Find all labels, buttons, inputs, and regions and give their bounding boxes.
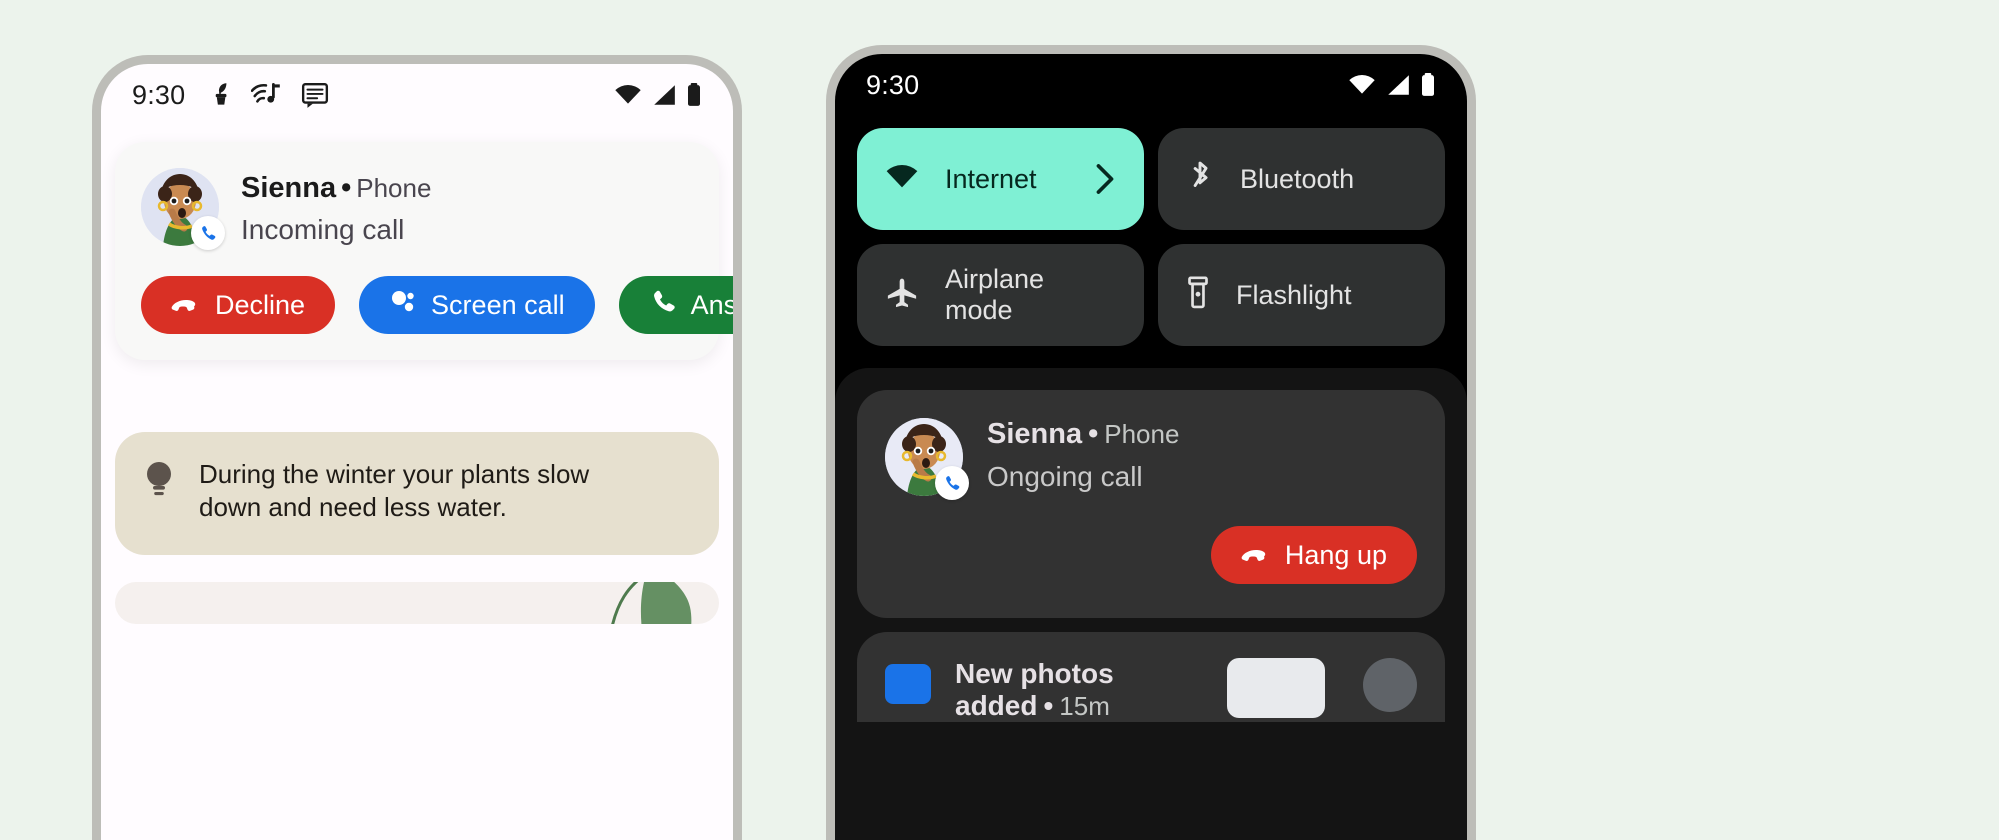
chevron-right-icon[interactable] bbox=[1094, 162, 1116, 196]
notification-header: Sienna • Phone Incoming call bbox=[141, 168, 693, 250]
screen-call-button-label: Screen call bbox=[431, 289, 565, 320]
plant-tip-text: During the winter your plants slow down … bbox=[199, 459, 590, 523]
status-bar-right-icons bbox=[614, 83, 702, 107]
hang-up-button[interactable]: Hang up bbox=[1210, 526, 1417, 584]
left-phone-content: During the winter your plants slow down … bbox=[101, 142, 733, 624]
app-name: Phone bbox=[1104, 419, 1180, 449]
notification-shade: Sienna • Phone Ongoing call Hang up New … bbox=[835, 368, 1467, 840]
music-wifi-icon bbox=[251, 81, 283, 109]
signal-icon bbox=[1385, 74, 1411, 96]
flashlight-icon bbox=[1186, 275, 1210, 315]
photo-thumbnail-circle bbox=[1363, 658, 1417, 712]
tile-flashlight-label: Flashlight bbox=[1236, 279, 1352, 310]
contact-name: Sienna bbox=[987, 418, 1083, 450]
tile-airplane-mode-label: Airplane mode bbox=[945, 264, 1045, 325]
quick-settings-panel: Internet Bluetooth Airplane mode Flashli… bbox=[835, 116, 1467, 346]
bluetooth-icon bbox=[1186, 160, 1214, 199]
answer-button-label: Answer bbox=[690, 289, 733, 320]
tile-flashlight[interactable]: Flashlight bbox=[1158, 244, 1445, 346]
notification-title: Sienna • Phone bbox=[241, 172, 431, 205]
right-phone-frame: 9:30 Internet Bluetooth Airplane mode Fl… bbox=[826, 45, 1476, 840]
status-bar-time: 9:30 bbox=[132, 79, 186, 110]
photo-thumbnail bbox=[1227, 658, 1325, 718]
ongoing-call-notification[interactable]: Sienna • Phone Ongoing call Hang up bbox=[857, 390, 1445, 618]
assistant-icon bbox=[389, 288, 417, 323]
hang-up-button-label: Hang up bbox=[1284, 539, 1387, 570]
photos-timestamp: 15m bbox=[1059, 691, 1110, 721]
status-bar-time: 9:30 bbox=[866, 69, 920, 100]
living-room-card: Living Room Water hoya australis bbox=[115, 582, 719, 624]
call-end-icon bbox=[171, 290, 201, 321]
airplane-icon bbox=[885, 277, 919, 314]
plant-illustration bbox=[611, 582, 692, 624]
notification-text: Sienna • Phone Incoming call bbox=[241, 168, 431, 246]
tile-bluetooth[interactable]: Bluetooth bbox=[1158, 128, 1445, 230]
wifi-icon bbox=[1348, 74, 1376, 96]
call-action-buttons: Decline Screen call Answ bbox=[141, 276, 733, 335]
avatar-wrapper bbox=[141, 168, 225, 250]
title-separator: • bbox=[341, 172, 352, 204]
phone-icon bbox=[191, 216, 225, 250]
call-end-icon bbox=[1241, 540, 1271, 571]
screen-call-button[interactable]: Screen call bbox=[359, 276, 595, 335]
message-icon bbox=[301, 81, 329, 109]
battery-icon bbox=[686, 83, 702, 107]
title-separator: • bbox=[1088, 418, 1099, 450]
right-phone-screen: 9:30 Internet Bluetooth Airplane mode Fl… bbox=[835, 54, 1467, 840]
contact-name: Sienna bbox=[241, 172, 337, 204]
wifi-icon bbox=[885, 164, 919, 195]
tile-airplane-mode[interactable]: Airplane mode bbox=[857, 244, 1144, 346]
title-separator: • bbox=[1043, 690, 1054, 721]
tile-internet[interactable]: Internet bbox=[857, 128, 1144, 230]
phone-icon bbox=[935, 466, 969, 500]
call-icon bbox=[649, 288, 677, 323]
call-action-buttons: Hang up bbox=[885, 526, 1417, 584]
avatar-wrapper bbox=[885, 418, 969, 500]
lightbulb-icon bbox=[141, 458, 177, 507]
status-bar-right-icons bbox=[1348, 73, 1436, 97]
call-status: Ongoing call bbox=[987, 461, 1143, 492]
left-phone-screen: 9:30 During the winter your plants slow … bbox=[101, 64, 733, 840]
answer-button[interactable]: Answer bbox=[618, 276, 733, 335]
photos-notification-title: New photos added • 15m bbox=[955, 658, 1203, 722]
status-bar-left-icons bbox=[207, 80, 329, 110]
right-status-bar: 9:30 bbox=[835, 54, 1467, 116]
notification-header: Sienna • Phone Ongoing call bbox=[885, 418, 1417, 500]
tile-internet-label: Internet bbox=[945, 163, 1037, 194]
notification-title: Sienna • Phone bbox=[987, 418, 1179, 451]
wifi-icon bbox=[614, 84, 642, 106]
left-status-bar: 9:30 bbox=[101, 64, 733, 126]
quick-settings-grid: Internet Bluetooth Airplane mode Flashli… bbox=[857, 128, 1445, 346]
decline-button[interactable]: Decline bbox=[141, 276, 336, 335]
signal-icon bbox=[651, 84, 677, 106]
call-status: Incoming call bbox=[241, 214, 405, 246]
decline-button-label: Decline bbox=[215, 289, 306, 320]
photos-app-icon bbox=[885, 664, 931, 704]
screenshot-stage: 9:30 During the winter your plants slow … bbox=[0, 0, 1999, 840]
tile-bluetooth-label: Bluetooth bbox=[1240, 163, 1355, 194]
plant-tip-card: During the winter your plants slow down … bbox=[115, 432, 719, 555]
left-phone-frame: 9:30 During the winter your plants slow … bbox=[92, 55, 742, 840]
incoming-call-notification[interactable]: Sienna • Phone Incoming call Decline Scr… bbox=[115, 142, 733, 361]
notification-text: Sienna • Phone Ongoing call bbox=[987, 418, 1179, 493]
battery-icon bbox=[1420, 73, 1436, 97]
app-name: Phone bbox=[356, 173, 432, 203]
photos-notification[interactable]: New photos added • 15m bbox=[857, 632, 1445, 722]
plant-icon bbox=[207, 80, 233, 110]
